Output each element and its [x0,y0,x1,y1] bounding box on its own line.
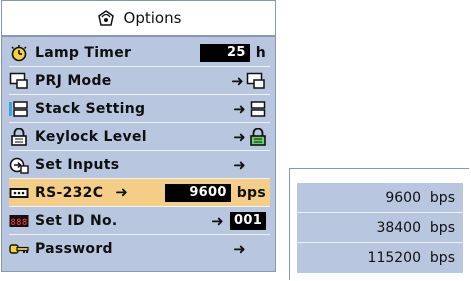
keylock-icon [250,128,266,146]
menu-rows: Lamp Timer 25 h PRJ Mode ➜ Stack Setting… [9,39,270,263]
arrow-right-icon: ➜ [233,127,246,146]
arrow-right-icon: ➜ [231,71,244,90]
baud-option-9600[interactable]: 9600 bps [297,183,463,213]
keylock-icon [9,127,29,146]
menu-item-label: Keylock Level [35,128,147,145]
baud-option-38400[interactable]: 38400 bps [297,213,463,243]
baud-unit: bps [429,250,455,266]
menu-item-rs232c[interactable]: RS-232C ➜ 9600 bps [9,179,270,207]
arrow-right-icon: ➜ [211,211,224,230]
menu-item-label: Lamp Timer [35,44,132,61]
rs232c-icon [9,184,29,202]
baud-value: 115200 [367,250,421,266]
lamp-timer-unit: h [255,45,266,61]
set-inputs-icon [9,156,29,174]
arrow-right-icon: ➜ [233,99,246,118]
rs232c-value: 9600 [164,184,231,202]
baud-rate-list: 9600 bps 38400 bps 115200 bps [297,183,463,273]
arrow-right-icon: ➜ [233,155,246,174]
menu-item-label: Stack Setting [35,100,146,117]
password-key-icon [9,240,29,258]
baud-unit: bps [429,189,455,206]
menu-item-stack-setting[interactable]: Stack Setting ➜ [9,95,270,123]
svg-text:888: 888 [10,218,27,228]
menu-item-lamp-timer[interactable]: Lamp Timer 25 h [9,39,270,67]
menu-item-label: Password [35,241,113,257]
menu-item-prj-mode[interactable]: PRJ Mode ➜ [9,67,270,95]
menu-item-password[interactable]: Password ➜ [9,235,270,263]
baud-unit: bps [429,219,455,236]
rs232c-unit: bps [236,185,266,201]
menu-item-set-inputs[interactable]: Set Inputs ➜ [9,151,270,179]
menu-item-label: Set ID No. [35,212,118,229]
stack-setting-icon [250,100,266,118]
stack-setting-icon [9,100,29,118]
menu-item-label: Set Inputs [35,156,120,173]
options-icon [96,8,116,28]
set-id-value: 001 [230,212,266,230]
prj-mode-icon [246,72,266,90]
prj-mode-icon [9,72,29,90]
menu-title-bar: Options [2,1,275,37]
set-id-icon: 888 [9,212,29,230]
menu-title: Options [123,9,182,27]
menu-item-set-id[interactable]: 888 Set ID No. ➜ 001 [9,207,270,235]
menu-item-label: RS-232C [35,184,104,201]
options-menu: Options Lamp Timer 25 h PRJ Mode ➜ Stack… [1,0,276,272]
baud-option-115200[interactable]: 115200 bps [297,243,463,273]
baud-rate-submenu: 9600 bps 38400 bps 115200 bps [289,168,469,280]
baud-value: 38400 [376,219,421,236]
lamp-timer-value: 25 [199,44,250,62]
arrow-right-icon: ➜ [233,239,246,258]
menu-item-keylock-level[interactable]: Keylock Level ➜ [9,123,270,151]
menu-item-label: PRJ Mode [35,72,112,89]
arrow-right-icon: ➜ [115,183,129,201]
baud-value: 9600 [385,189,421,206]
lamp-timer-icon [9,44,29,62]
